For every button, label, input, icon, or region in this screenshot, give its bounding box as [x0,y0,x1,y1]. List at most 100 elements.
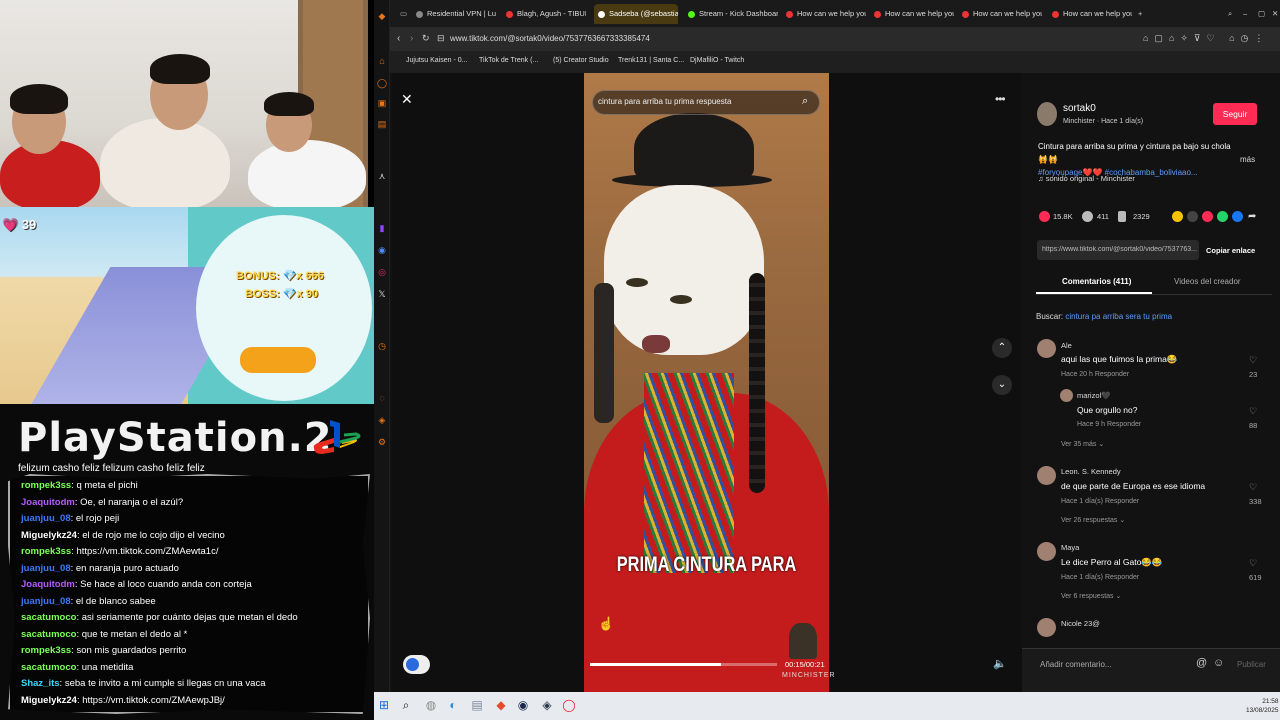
sidebar-twitch-icon[interactable]: ▮ [376,222,388,234]
more-options-icon[interactable]: ••• [995,92,1006,106]
comment-avatar[interactable] [1037,542,1056,561]
send-icon[interactable] [1202,211,1213,222]
tab-creator-videos[interactable]: Videos del creador [1174,277,1241,286]
copy-link-button[interactable]: Copiar enlace [1206,246,1255,255]
share-arrow-icon[interactable]: ➦ [1248,211,1256,222]
app-icon[interactable]: ◈ [540,698,554,712]
search-suggestion[interactable]: Buscar: cintura pa arriba sera tu prima [1036,312,1172,321]
tab-8[interactable]: How can we help you? - [1048,4,1132,24]
video-progress-fill[interactable] [590,663,721,666]
comment-meta[interactable]: Hace 1 día(s) Responder [1061,574,1139,581]
mention-icon[interactable]: @ [1196,657,1207,669]
bookmark-item[interactable]: TikTok de Trenk (... [479,57,538,64]
tab-2[interactable]: Blagh, Agush - TIBURÓN [502,4,586,24]
app-toggle-button[interactable] [403,655,430,674]
view-more-replies[interactable]: Ver 35 más ⌄ [1061,440,1104,448]
next-video-button[interactable]: ⌄ [992,375,1012,395]
back-icon[interactable]: ‹ [397,33,400,44]
close-icon[interactable]: ✕ [401,91,413,108]
sidebar-x-icon[interactable]: 𝕏 [376,288,388,300]
comment-author[interactable]: marizol🖤 [1077,391,1111,400]
sidebar-music-icon[interactable]: ▣ [376,97,388,109]
sidebar-messenger-icon[interactable]: ◉ [376,244,388,256]
toolbar-icons[interactable]: ⌂▢⌂✧⊽♡ ⌂◷⋮ [1143,33,1269,44]
share-coin-icon[interactable] [1172,211,1183,222]
embed-icon[interactable] [1187,211,1198,222]
bookmark-item[interactable]: (5) Creator Studio [553,57,609,64]
sidebar-chat-icon[interactable]: ◯ [376,77,388,89]
opera-icon[interactable]: ◯ [562,698,576,712]
username[interactable]: sortak0 [1063,103,1096,114]
tab-3[interactable]: Sadseba (@sebastia... [594,4,678,24]
taskview-icon[interactable]: ◍ [424,698,438,712]
search-taskbar-icon[interactable]: ⌕ [399,698,413,712]
tab-overview-icon[interactable]: ▭ [396,4,410,24]
comment-author[interactable]: Ale [1061,341,1072,350]
comment-input[interactable]: Añadir comentario... [1040,660,1112,669]
files-icon[interactable]: ▤ [470,698,484,712]
bookmark-item[interactable]: DjMafiliO - Twitch [690,57,744,64]
search-suggestion-query[interactable]: cintura pa arriba sera tu prima [1065,312,1172,321]
sidebar-logo-icon[interactable]: ◆ [376,10,388,22]
comment-author[interactable]: Leon. S. Kennedy [1061,467,1121,476]
tab-6[interactable]: How can we help you? - [870,4,954,24]
minimize-button[interactable]: – [1239,4,1251,24]
sidebar-instagram-icon[interactable]: ◎ [376,266,388,278]
view-more-replies[interactable]: Ver 6 respuestas ⌄ [1061,592,1121,600]
reload-icon[interactable]: ↻ [422,33,430,44]
sidebar-settings-icon[interactable]: ⚙ [376,436,388,448]
search-input[interactable]: cintura para arriba tu prima respuesta [598,97,731,106]
comment-meta[interactable]: Hace 1 día(s) Responder [1061,498,1139,505]
view-more-replies[interactable]: Ver 26 respuestas ⌄ [1061,516,1125,524]
comment-avatar[interactable] [1037,466,1056,485]
brave-icon[interactable]: ◆ [494,698,508,712]
search-tabs-icon[interactable]: ⌕ [1224,4,1236,24]
maximize-button[interactable]: ▢ [1254,4,1266,24]
comment-like-icon[interactable]: ♡ [1249,406,1257,417]
tab-4[interactable]: Stream - Kick Dashboard [684,4,778,24]
sidebar-clock-icon[interactable]: ◷ [376,340,388,352]
steam-icon[interactable]: ◉ [516,698,530,712]
sidebar-home-icon[interactable]: ⌂ [376,55,388,67]
tab-5[interactable]: How can we help you? - [782,4,866,24]
comment-like-icon[interactable]: ♡ [1249,355,1257,366]
follow-button[interactable]: Seguir [1213,103,1257,125]
comment-meta[interactable]: Hace 20 h Responder [1061,371,1129,378]
emoji-icon[interactable]: ☺ [1213,657,1224,669]
bookmark-item[interactable]: Trenk131 | Santa C... [618,57,684,64]
sound-link[interactable]: ♫ sonido original - Minchister [1038,174,1135,183]
sidebar-ai-icon[interactable]: ⋏ [376,170,388,182]
tab-comments[interactable]: Comentarios (411) [1062,277,1131,286]
facebook-icon[interactable] [1232,211,1243,222]
comment-author[interactable]: Nicole 23@ [1061,619,1100,628]
like-icon[interactable] [1039,211,1050,222]
video-link[interactable]: https://www.tiktok.com/@sortak0/video/75… [1042,246,1197,253]
more-description-link[interactable]: más [1240,155,1255,164]
search-icon[interactable]: ⌕ [802,95,808,108]
url-field[interactable]: www.tiktok.com/@sortak0/video/7537763667… [450,34,650,43]
comment-like-icon[interactable]: ♡ [1249,558,1257,569]
comment-avatar[interactable] [1037,339,1056,358]
bookmark-item[interactable]: Jujutsu Kaisen - 0... [406,57,467,64]
sidebar-extension-icon[interactable]: ◈ [376,414,388,426]
close-window-button[interactable]: ✕ [1268,4,1280,24]
forward-icon[interactable]: › [410,33,413,44]
video-player[interactable] [584,73,829,692]
tab-1[interactable]: Residential VPN | Luxler... [412,4,496,24]
bookmark-icon[interactable] [1118,211,1126,222]
start-icon[interactable]: ⊞ [377,698,391,712]
comment-icon[interactable] [1082,211,1093,222]
new-tab-button[interactable]: + [1134,4,1148,24]
sidebar-bulb-icon[interactable]: ◌ [376,392,388,404]
comment-meta[interactable]: Hace 9 h Responder [1077,421,1141,428]
prev-video-button[interactable]: ⌃ [992,338,1012,358]
volume-icon[interactable]: 🔈 [993,657,1007,670]
avatar[interactable] [1037,102,1057,126]
comment-author[interactable]: Maya [1061,543,1079,552]
site-info-icon[interactable]: ⊟ [437,33,445,44]
comment-avatar[interactable] [1060,389,1073,402]
comment-like-icon[interactable]: ♡ [1249,482,1257,493]
edge-icon[interactable]: ◐ [446,698,460,712]
whatsapp-icon[interactable] [1217,211,1228,222]
sidebar-news-icon[interactable]: ▤ [376,118,388,130]
